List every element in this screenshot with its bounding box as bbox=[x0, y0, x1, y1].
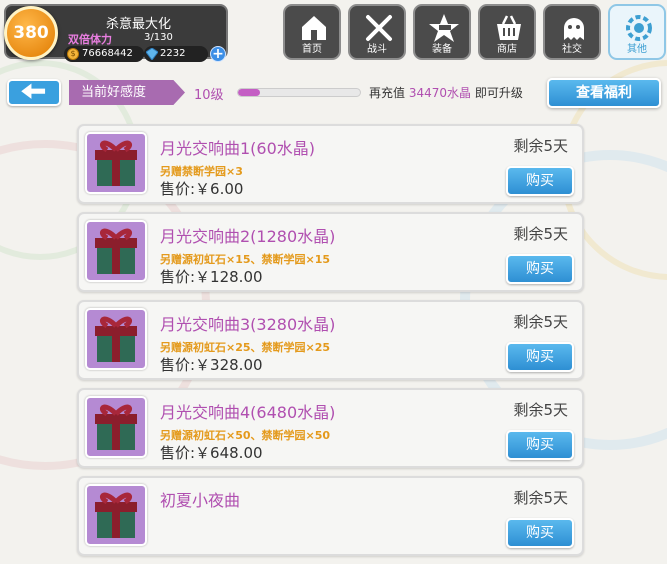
gift-box-image bbox=[85, 308, 147, 370]
buy-button[interactable]: 购买 bbox=[506, 518, 574, 548]
nav-social-button[interactable]: 社交 bbox=[543, 4, 601, 60]
house-icon bbox=[302, 16, 326, 40]
item-price: 售价:￥648.00 bbox=[160, 444, 263, 462]
item-bonus: 另赠源初虹石×50、禁断学园×50 bbox=[160, 429, 331, 442]
gift-box-icon bbox=[95, 404, 137, 450]
item-price: 售价:￥328.00 bbox=[160, 356, 263, 374]
nav-battle-button[interactable]: 战斗 bbox=[348, 4, 406, 60]
item-price: 售价:￥128.00 bbox=[160, 268, 263, 286]
back-button[interactable] bbox=[7, 79, 61, 106]
recharge-suffix: 即可升级 bbox=[474, 86, 523, 100]
gift-box-icon bbox=[95, 140, 137, 186]
gift-box-image bbox=[85, 484, 147, 546]
stamina-label: 双倍体力 bbox=[68, 33, 112, 46]
list-item: 初夏小夜曲 剩余5天 购买 bbox=[77, 476, 584, 556]
gem-icon bbox=[146, 48, 158, 60]
gear-swirl-icon bbox=[626, 15, 652, 41]
favor-progress-bar bbox=[237, 88, 361, 97]
gift-box-image bbox=[85, 220, 147, 282]
gem-balance: 2232 bbox=[144, 46, 208, 62]
item-title: 月光交响曲1(60水晶) bbox=[160, 139, 316, 158]
player-name: 杀意最大化 bbox=[106, 17, 172, 32]
item-title: 月光交响曲4(6480水晶) bbox=[160, 403, 336, 422]
add-currency-button[interactable]: + bbox=[210, 46, 226, 62]
gift-pack-list: 月光交响曲1(60水晶) 另赠禁断学园×3 售价:￥6.00 剩余5天 购买 月… bbox=[77, 124, 584, 564]
ghost-chat-icon bbox=[564, 18, 584, 40]
item-remaining-days: 剩余5天 bbox=[513, 225, 568, 243]
list-item: 月光交响曲4(6480水晶) 另赠源初虹石×50、禁断学园×50 售价:￥648… bbox=[77, 388, 584, 468]
item-price: 售价:￥6.00 bbox=[160, 180, 244, 198]
buy-button[interactable]: 购买 bbox=[506, 166, 574, 196]
back-arrow-icon bbox=[21, 83, 46, 99]
recharge-amount: 34470水晶 bbox=[408, 86, 472, 100]
item-title: 月光交响曲3(3280水晶) bbox=[160, 315, 336, 334]
shopping-basket-icon bbox=[497, 15, 521, 40]
nav-shop-button[interactable]: 商店 bbox=[478, 4, 536, 60]
item-remaining-days: 剩余5天 bbox=[513, 489, 568, 507]
gift-box-image bbox=[85, 396, 147, 458]
item-bonus: 另赠源初虹石×25、禁断学园×25 bbox=[160, 341, 331, 354]
buy-button[interactable]: 购买 bbox=[506, 254, 574, 284]
item-title: 月光交响曲2(1280水晶) bbox=[160, 227, 336, 246]
recharge-prefix: 再充值 bbox=[369, 86, 406, 100]
crossed-swords-icon bbox=[366, 15, 392, 41]
main-nav: 首页 战斗 装备 商店 社交 其他 bbox=[283, 4, 666, 60]
item-remaining-days: 剩余5天 bbox=[513, 313, 568, 331]
player-level-badge: 380 bbox=[4, 6, 58, 60]
buy-button[interactable]: 购买 bbox=[506, 430, 574, 460]
gem-amount: 2232 bbox=[160, 48, 186, 59]
nav-home-button[interactable]: 首页 bbox=[283, 4, 341, 60]
favor-label: 当前好感度 bbox=[69, 80, 185, 105]
list-item: 月光交响曲2(1280水晶) 另赠源初虹石×15、禁断学园×15 售价:￥128… bbox=[77, 212, 584, 292]
gift-box-image bbox=[85, 132, 147, 194]
buy-button[interactable]: 购买 bbox=[506, 342, 574, 372]
star-gun-icon bbox=[429, 14, 459, 42]
nav-equipment-button[interactable]: 装备 bbox=[413, 4, 471, 60]
item-remaining-days: 剩余5天 bbox=[513, 137, 568, 155]
item-title: 初夏小夜曲 bbox=[160, 491, 241, 510]
coin-icon: $ bbox=[67, 48, 79, 60]
recharge-hint: 再充值 34470水晶 即可升级 bbox=[369, 84, 523, 101]
favor-progress-fill bbox=[238, 89, 260, 96]
view-welfare-button[interactable]: 查看福利 bbox=[547, 78, 661, 108]
item-bonus: 另赠源初虹石×15、禁断学园×15 bbox=[160, 253, 331, 266]
gift-box-icon bbox=[95, 316, 137, 362]
nav-other-button[interactable]: 其他 bbox=[608, 4, 666, 60]
stamina-value: 3/130 bbox=[144, 32, 173, 43]
gift-box-icon bbox=[95, 492, 137, 538]
list-item: 月光交响曲1(60水晶) 另赠禁断学园×3 售价:￥6.00 剩余5天 购买 bbox=[77, 124, 584, 204]
item-bonus: 另赠禁断学园×3 bbox=[160, 165, 243, 178]
favor-level: 10级 bbox=[194, 88, 224, 103]
gift-box-icon bbox=[95, 228, 137, 274]
list-item: 月光交响曲3(3280水晶) 另赠源初虹石×25、禁断学园×25 售价:￥328… bbox=[77, 300, 584, 380]
coin-balance: $ 76668442 bbox=[64, 46, 144, 62]
item-remaining-days: 剩余5天 bbox=[513, 401, 568, 419]
coin-amount: 76668442 bbox=[82, 48, 133, 59]
